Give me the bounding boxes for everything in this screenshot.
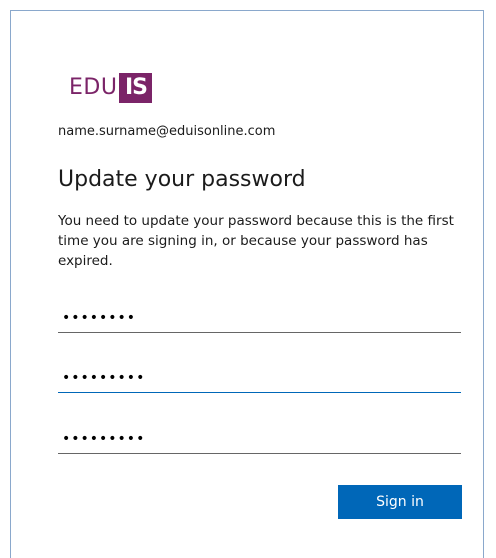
new-password-field[interactable]: [58, 363, 461, 393]
eduis-logo: EDU IS: [69, 73, 153, 103]
confirm-password-field[interactable]: [58, 424, 461, 454]
account-email: name.surname@eduisonline.com: [58, 124, 276, 139]
signin-dialog: EDU IS: [10, 10, 484, 558]
logo-badge: IS: [119, 73, 153, 103]
sign-in-button[interactable]: Sign in: [338, 485, 462, 519]
description-text: You need to update your password because…: [58, 213, 454, 269]
current-password-field[interactable]: [58, 303, 461, 333]
page-title: Update your password: [58, 167, 306, 192]
logo-text: EDU: [69, 75, 118, 100]
